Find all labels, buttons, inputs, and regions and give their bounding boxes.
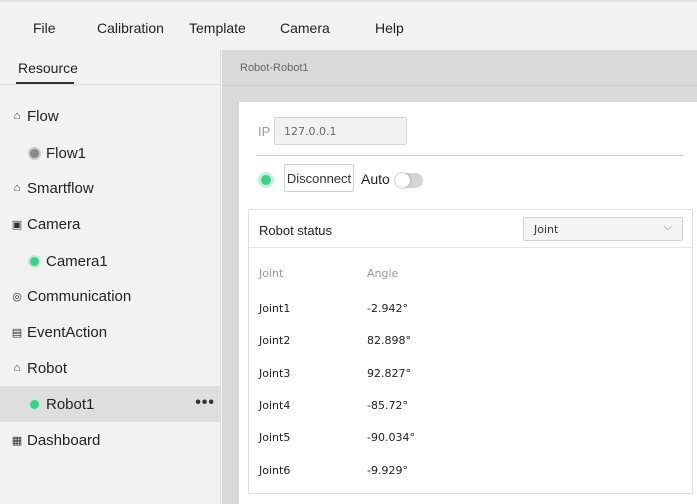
tree-item-label: EventAction (27, 323, 108, 341)
joint-name: Joint6 (259, 464, 291, 477)
joint-name: Joint2 (259, 334, 291, 347)
tree-item-label: Communication (27, 287, 132, 305)
tree-item-label: Flow1 (46, 144, 87, 162)
divider (256, 155, 684, 156)
bell-icon: ⌂ (13, 110, 21, 122)
tree-item-dashboard[interactable]: ▦ Dashboard (0, 422, 221, 458)
tree-item-label: Camera (27, 215, 81, 233)
robot-panel: IP 127.0.0.1 Disconnect Auto Robot statu… (239, 102, 697, 504)
joint-angle: -85.72° (367, 399, 408, 412)
tree-item-robot1[interactable]: Robot1 ••• (0, 386, 221, 422)
menu-file[interactable]: File (33, 20, 56, 36)
tree-item-camera1[interactable]: Camera1 (0, 243, 221, 279)
tree-item-robot[interactable]: ⌂ Robot (0, 350, 221, 386)
tree-item-flow1[interactable]: Flow1 (0, 135, 221, 171)
tree-item-label: Robot (27, 359, 68, 377)
tree-item-smartflow[interactable]: ⌂ Smartflow (0, 170, 221, 206)
column-header-angle: Angle (367, 267, 399, 280)
tree-item-eventaction[interactable]: ▤ EventAction (0, 314, 221, 350)
robot-status-card: Robot status Joint ⌵ Joint Angle Joint1 … (248, 209, 693, 494)
ip-label: IP (258, 124, 271, 139)
menu-bar: File Calibration Template Camera Help (0, 0, 697, 50)
camera-icon: ▣ (11, 218, 23, 231)
joint-angle: -90.034° (367, 431, 415, 444)
main-area: Robot-Robot1 IP 127.0.0.1 Disconnect Aut… (222, 50, 697, 504)
tree-item-camera[interactable]: ▣ Camera (0, 206, 221, 242)
ip-input[interactable]: 127.0.0.1 (274, 117, 407, 145)
mode-select[interactable]: Joint ⌵ (523, 217, 683, 241)
tree-item-label: Flow (27, 107, 59, 125)
joint-name: Joint1 (259, 302, 291, 315)
robot-icon: ⌂ (13, 362, 21, 374)
chevron-down-icon: ⌵ (663, 220, 672, 233)
joint-angle: 82.898° (367, 334, 411, 347)
disconnect-button[interactable]: Disconnect (284, 164, 354, 192)
status-dot-icon (28, 254, 41, 268)
breadcrumb: Robot-Robot1 (240, 62, 309, 74)
tree-item-label: Camera1 (46, 252, 108, 270)
status-dot-icon (28, 146, 41, 160)
tree-item-label: Dashboard (27, 431, 101, 449)
joint-angle: 92.827° (367, 367, 411, 380)
menu-template[interactable]: Template (189, 20, 246, 36)
dashboard-icon: ▦ (11, 434, 23, 447)
joint-name: Joint3 (259, 367, 291, 380)
card-divider (249, 247, 692, 248)
joint-name: Joint5 (259, 431, 291, 444)
robot-status-title: Robot status (259, 223, 332, 238)
tree-item-flow[interactable]: ⌂ Flow (0, 98, 221, 134)
communication-icon: ◎ (12, 290, 22, 303)
menu-calibration[interactable]: Calibration (97, 20, 164, 36)
tree-item-label: Smartflow (27, 179, 94, 197)
bell-icon: ⌂ (13, 182, 21, 194)
tree-item-communication[interactable]: ◎ Communication (0, 278, 221, 314)
tab-resource[interactable]: Resource (18, 60, 78, 76)
joint-angle: -2.942° (367, 302, 408, 315)
more-options-icon[interactable]: ••• (195, 394, 215, 412)
joint-angle: -9.929° (367, 464, 408, 477)
mode-select-value: Joint (534, 223, 559, 236)
auto-label: Auto (361, 171, 390, 187)
tab-divider (0, 84, 221, 85)
breadcrumb-divider (222, 85, 697, 86)
toggle-knob (395, 173, 410, 188)
connection-status-icon (258, 172, 274, 188)
auto-toggle[interactable] (395, 173, 423, 188)
menu-camera[interactable]: Camera (280, 20, 330, 36)
sidebar: Resource ⌂ Flow Flow1 ⌂ Smartflow ▣ Came… (0, 50, 221, 504)
joint-name: Joint4 (259, 399, 291, 412)
tree-item-label: Robot1 (46, 395, 95, 413)
menu-help[interactable]: Help (375, 20, 404, 36)
column-header-joint: Joint (259, 267, 284, 280)
document-icon: ▤ (11, 326, 23, 339)
status-dot-icon (28, 397, 41, 411)
